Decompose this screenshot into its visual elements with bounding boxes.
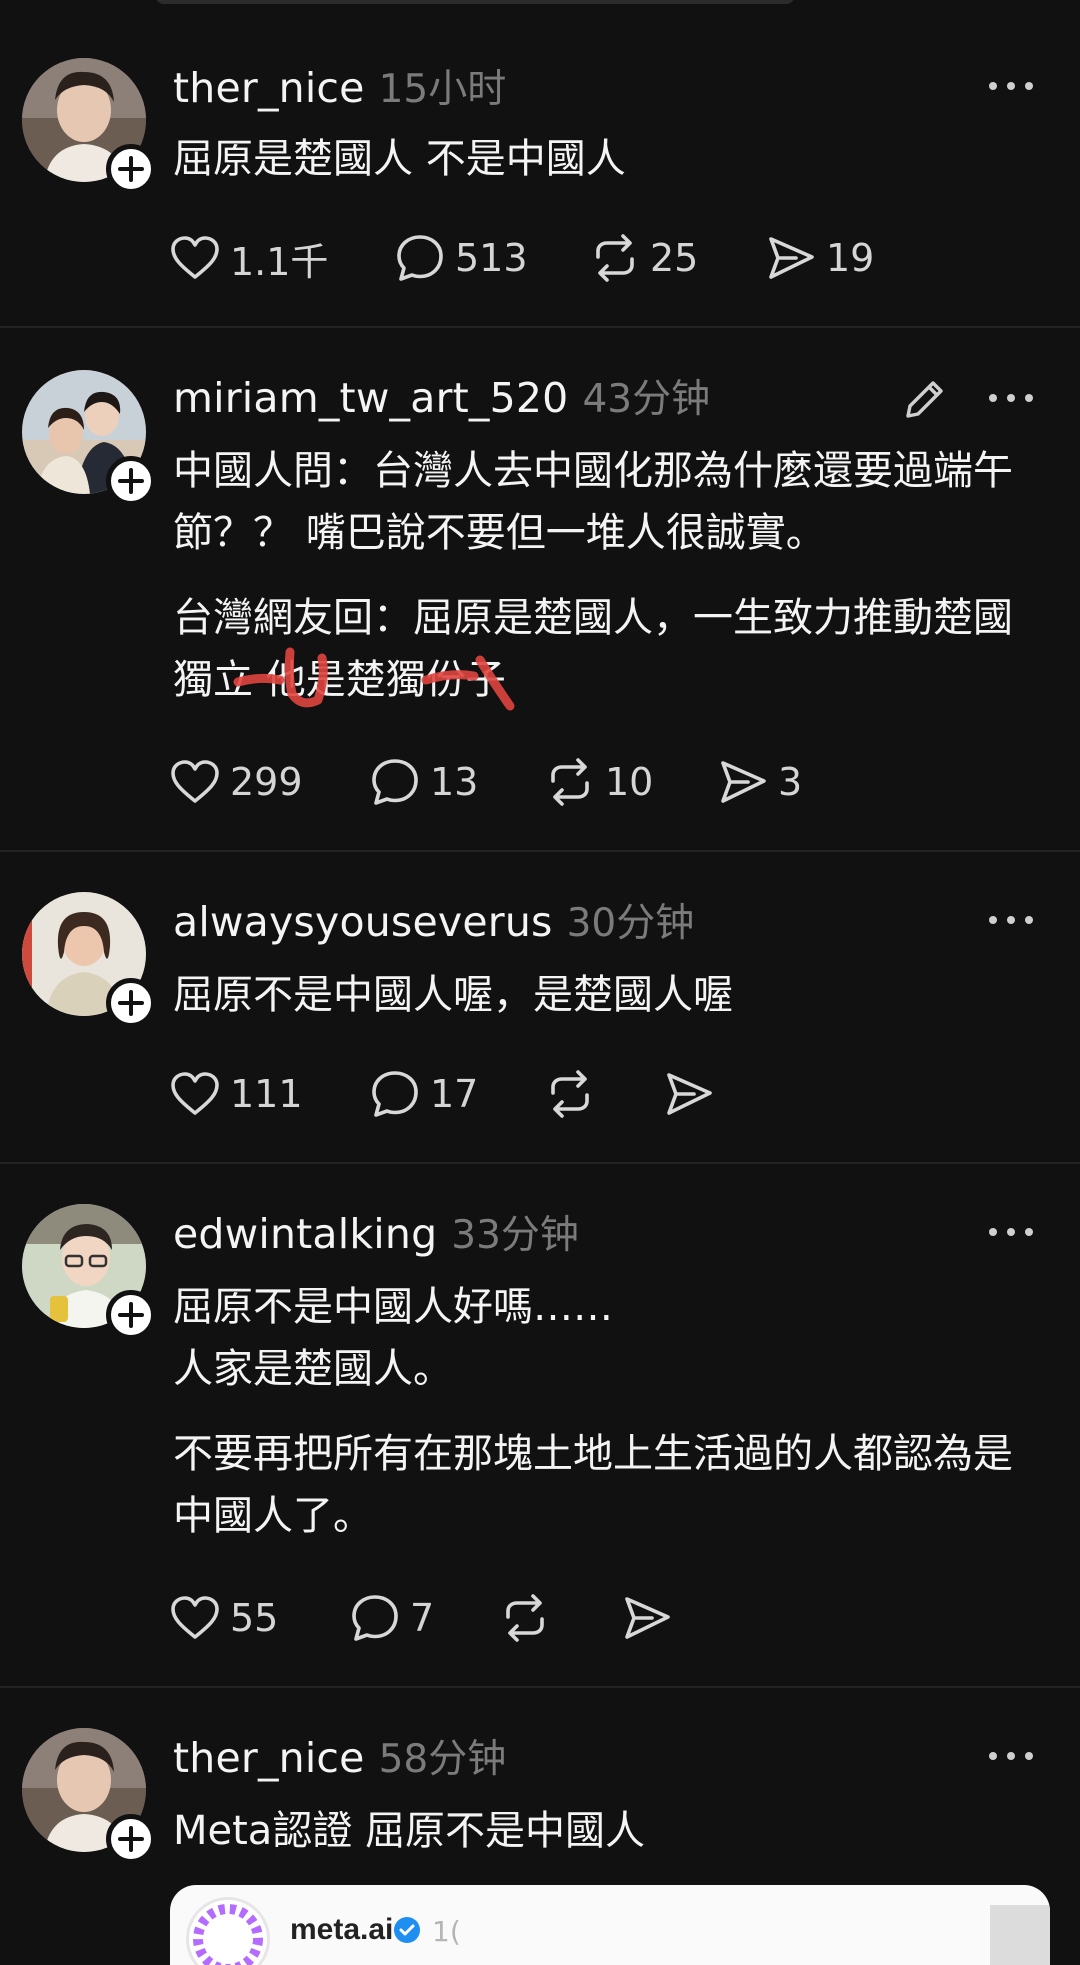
heart-icon (171, 1072, 219, 1115)
share-icon (721, 761, 766, 803)
follow-button[interactable] (106, 1814, 156, 1864)
follow-button[interactable] (106, 1290, 156, 1340)
avatar[interactable] (22, 1204, 156, 1340)
more-options-icon[interactable] (989, 910, 1033, 930)
avatar[interactable] (22, 892, 156, 1028)
post-body: 屈原不是中國人喔，是楚國人喔 (173, 964, 1033, 1026)
share-icon (769, 237, 814, 279)
timestamp: 15小时 (378, 67, 507, 112)
post-paragraph: 台灣網友回：屈原是楚國人，一生致力推動楚國獨立 他是楚獨份子 (173, 595, 1013, 703)
post-paragraph: 不要再把所有在那塊土地上生活過的人都認為是中國人了。 (173, 1431, 1013, 1539)
pencil-icon[interactable] (902, 376, 948, 422)
timestamp: 43分钟 (582, 377, 711, 422)
post-body: 屈原是楚國人 不是中國人 (173, 128, 1033, 190)
meta-ai-logo-icon (186, 1897, 270, 1965)
top-pill (155, 0, 795, 4)
follow-button[interactable] (106, 978, 156, 1028)
repost-button[interactable]: 25 (590, 228, 698, 288)
share-button[interactable] (664, 1064, 714, 1124)
more-options-icon[interactable] (989, 1222, 1033, 1242)
post-paragraph: Meta認證 屈原不是中國人 (173, 1808, 646, 1854)
like-button[interactable]: 299 (170, 752, 303, 812)
timestamp: 58分钟 (378, 1737, 507, 1782)
timestamp: 33分钟 (451, 1213, 579, 1258)
heart-icon (171, 760, 219, 803)
like-count: 55 (230, 1596, 279, 1640)
like-button[interactable]: 1.1千 (170, 228, 328, 288)
timestamp: 30分钟 (566, 901, 695, 946)
post-divider (0, 850, 1080, 852)
username[interactable]: ther_nice (173, 1734, 365, 1782)
username[interactable]: edwintalking (173, 1210, 437, 1258)
post-header: miriam_tw_art_520 43分钟 (173, 368, 710, 428)
comment-count: 17 (430, 1072, 479, 1116)
repost-button[interactable]: 10 (545, 752, 653, 812)
repost-icon (506, 1594, 544, 1642)
share-count: 3 (778, 760, 803, 804)
like-count: 299 (230, 760, 303, 804)
username[interactable]: alwaysyouseverus (173, 898, 553, 946)
post-divider (0, 1686, 1080, 1688)
post-paragraph: 屈原不是中國人喔，是楚國人喔 (173, 972, 733, 1018)
repost-count: 25 (650, 236, 699, 280)
like-count: 111 (230, 1072, 303, 1116)
share-button[interactable]: 3 (718, 752, 802, 812)
comment-count: 513 (455, 236, 528, 280)
embed-timestamp: 1( (432, 1915, 461, 1948)
comment-icon (352, 1595, 398, 1641)
post-divider (0, 326, 1080, 328)
embed-edge (990, 1905, 1050, 1965)
repost-button[interactable] (500, 1588, 550, 1648)
heart-icon (171, 236, 219, 279)
post-paragraph: 中國人問：台灣人去中國化那為什麼還要過端午節？？ 嘴巴說不要但一堆人很誠實。 (173, 448, 1013, 556)
follow-button[interactable] (106, 456, 156, 506)
share-button[interactable] (622, 1588, 672, 1648)
repost-button[interactable] (545, 1064, 595, 1124)
comment-count: 7 (410, 1596, 435, 1640)
share-icon (625, 1597, 670, 1639)
follow-button[interactable] (106, 144, 156, 194)
post-divider (0, 1162, 1080, 1164)
repost-icon (596, 234, 634, 282)
comment-icon (372, 1071, 418, 1117)
comment-icon (372, 759, 418, 805)
post-header: edwintalking 33分钟 (173, 1204, 579, 1264)
avatar[interactable] (22, 1728, 156, 1864)
repost-icon (551, 758, 589, 806)
heart-icon (171, 1596, 219, 1639)
embed-account-name: meta.ai (290, 1913, 394, 1946)
post-paragraph: 屈原不是中國人好嗎…… 人家是楚國人。 (173, 1284, 613, 1392)
avatar[interactable] (22, 370, 156, 506)
post-body: Meta認證 屈原不是中國人 (173, 1800, 1033, 1862)
post-body: 中國人問：台灣人去中國化那為什麼還要過端午節？？ 嘴巴說不要但一堆人很誠實。 台… (173, 440, 1033, 711)
comment-icon (397, 235, 443, 281)
embedded-screenshot-card[interactable]: meta.ai 1( (170, 1885, 1050, 1965)
post-body: 屈原不是中國人好嗎…… 人家是楚國人。 不要再把所有在那塊土地上生活過的人都認為… (173, 1276, 1033, 1547)
share-count: 19 (826, 236, 875, 280)
like-button[interactable]: 111 (170, 1064, 303, 1124)
username[interactable]: ther_nice (173, 64, 365, 112)
avatar[interactable] (22, 58, 156, 194)
like-button[interactable]: 55 (170, 1588, 278, 1648)
comment-button[interactable]: 7 (350, 1588, 434, 1648)
share-button[interactable]: 19 (766, 228, 874, 288)
comment-button[interactable]: 513 (395, 228, 528, 288)
comment-count: 13 (430, 760, 479, 804)
like-count: 1.1千 (230, 239, 329, 284)
post-paragraph: 屈原是楚國人 不是中國人 (173, 136, 626, 182)
comment-button[interactable]: 17 (370, 1064, 478, 1124)
username[interactable]: miriam_tw_art_520 (173, 374, 568, 422)
share-icon (667, 1073, 712, 1115)
post-header: ther_nice 58分钟 (173, 1728, 506, 1788)
more-options-icon[interactable] (989, 1746, 1033, 1766)
verified-badge-icon (394, 1917, 420, 1943)
comment-button[interactable]: 13 (370, 752, 478, 812)
post-header: alwaysyouseverus 30分钟 (173, 892, 694, 952)
post-header: ther_nice 15小时 (173, 58, 506, 118)
more-options-icon[interactable] (989, 76, 1033, 96)
repost-icon (551, 1070, 589, 1118)
repost-count: 10 (605, 760, 654, 804)
more-options-icon[interactable] (989, 388, 1033, 408)
